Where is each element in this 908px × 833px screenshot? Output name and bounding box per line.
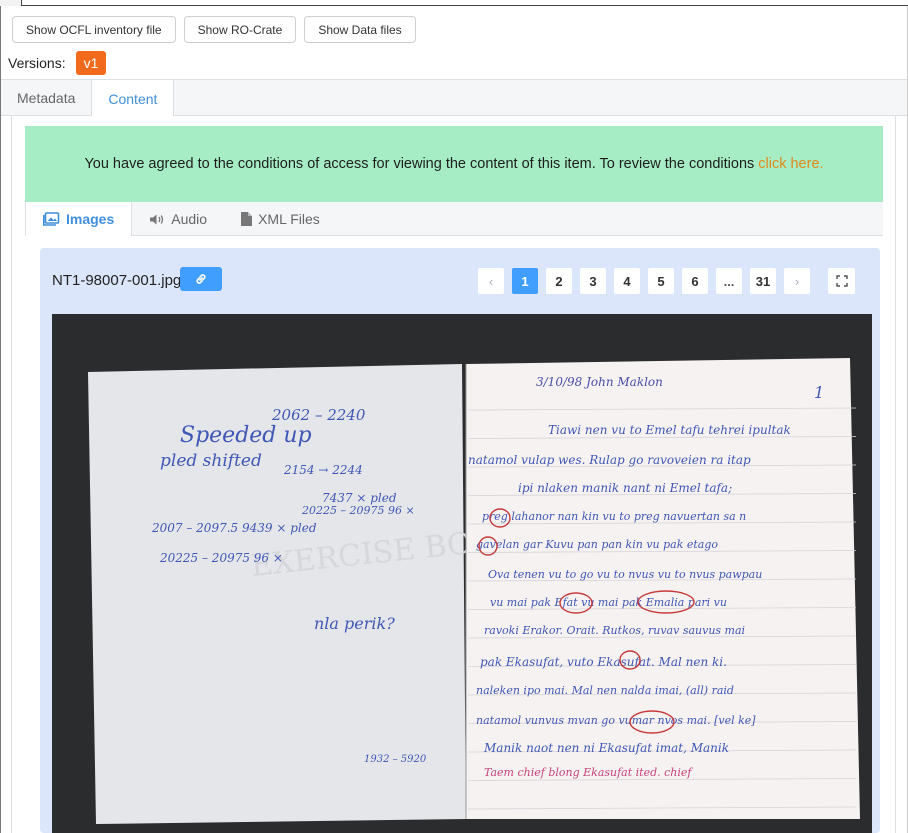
manuscript-photo: EXERCISE BOOK Speeded up 2062 – 2240 ple… (52, 314, 872, 833)
agreement-text: You have agreed to the conditions of acc… (84, 156, 755, 172)
manuscript-line: Manik naot nen ni Ekasufat imat, Manik (483, 741, 729, 755)
page-button[interactable]: 6 (682, 268, 708, 294)
manuscript-line: natamol vulap wes. Rulap go ravoveien ra… (468, 453, 751, 467)
tab-audio-label: Audio (171, 211, 208, 227)
note-text: nla perik? (314, 614, 395, 633)
note-text: Speeded up (180, 423, 312, 448)
fullscreen-icon (835, 275, 848, 287)
tab-xml-files[interactable]: XML Files (224, 202, 337, 236)
main-tabs: Metadata Content (1, 79, 907, 117)
images-icon (43, 212, 60, 226)
tab-images-label: Images (66, 211, 115, 227)
manuscript-line: pak Ekasufat, vuto Ekasufat. Mal nen ki. (480, 655, 727, 669)
content-tabs: Images Audio XML Files (25, 202, 883, 236)
note-text: 2062 – 2240 (271, 406, 366, 424)
page-button[interactable]: 3 (580, 268, 606, 294)
window-corner (0, 0, 22, 6)
show-ocfl-inventory-button[interactable]: Show OCFL inventory file (12, 16, 176, 43)
tab-content[interactable]: Content (91, 80, 175, 117)
access-agreement-banner: You have agreed to the conditions of acc… (25, 126, 883, 202)
manuscript-line: Tiawi nen vu to Emel tafu tehrei ipultak (548, 423, 791, 437)
manuscript-line: Ova tenen vu to go vu to nvus vu to nvus… (488, 568, 762, 581)
fullscreen-button[interactable] (828, 268, 855, 294)
page-button[interactable]: 31 (750, 268, 776, 294)
tab-images[interactable]: Images (25, 202, 133, 236)
manuscript-line: Taem chief blong Ekasufat ited. chief (484, 766, 693, 779)
page-button[interactable]: 2 (546, 268, 572, 294)
left-border (0, 6, 1, 833)
pagination: ‹ 1 2 3 4 5 6 ... 31 › (478, 268, 810, 294)
more-pages-button[interactable]: ... (716, 268, 742, 294)
manuscript-date-line: 3/10/98 John Maklon (536, 375, 663, 389)
manuscript-page-number: 1 (814, 383, 824, 402)
note-text: pled shifted (160, 451, 262, 471)
page-button[interactable]: 4 (614, 268, 640, 294)
manuscript-line: gavelan gar Kuvu pan pan kin vu pak etag… (476, 538, 718, 551)
review-conditions-link[interactable]: click here. (758, 156, 823, 172)
copy-link-button[interactable] (180, 267, 222, 291)
page-button[interactable]: 1 (512, 268, 538, 294)
note-text: 1932 – 5920 (364, 754, 427, 765)
note-text: 20225 – 20975 96 × (159, 551, 283, 565)
manuscript-line: ravoki Erakor. Orait. Rutkos, ruvav sauv… (484, 624, 745, 637)
manuscript-line: naleken ipo mai. Mal nen nalda imai, (al… (476, 684, 734, 697)
tab-metadata[interactable]: Metadata (1, 80, 91, 116)
link-icon (196, 274, 206, 284)
file-icon (241, 212, 253, 226)
manuscript-line: ipi nlaken manik nant ni Emel tafa; (518, 481, 732, 495)
tab-audio[interactable]: Audio (132, 202, 224, 236)
tab-xml-files-label: XML Files (258, 211, 320, 227)
file-name: NT1-98007-001.jpg (52, 272, 182, 289)
manuscript-line: natamol vunvus mvan go vumar nvos mai. [… (476, 714, 756, 727)
note-text: 2154 → 2244 (283, 463, 363, 477)
note-text: 2007 – 2097.5 9439 × pled (151, 521, 317, 535)
show-data-files-button[interactable]: Show Data files (304, 16, 416, 43)
toolbar: Show OCFL inventory file Show RO-Crate S… (12, 16, 416, 43)
window-top-frame (0, 0, 908, 6)
note-text: 20225 – 20975 96 × (301, 504, 415, 517)
manuscript-line: preg lahanor nan kin vu to preg navuerta… (482, 510, 746, 523)
version-badge-v1[interactable]: v1 (75, 51, 107, 75)
next-page-button[interactable]: › (784, 268, 810, 294)
note-text: 7437 × pled (322, 491, 397, 505)
show-ro-crate-button[interactable]: Show RO-Crate (183, 16, 297, 43)
page-button[interactable]: 5 (648, 268, 674, 294)
versions-label: Versions: (8, 55, 66, 71)
versions: Versions: v1 (8, 51, 107, 75)
prev-page-button[interactable]: ‹ (478, 268, 504, 294)
speaker-icon (150, 214, 164, 224)
manuscript-image[interactable]: EXERCISE BOOK Speeded up 2062 – 2240 ple… (52, 314, 872, 833)
